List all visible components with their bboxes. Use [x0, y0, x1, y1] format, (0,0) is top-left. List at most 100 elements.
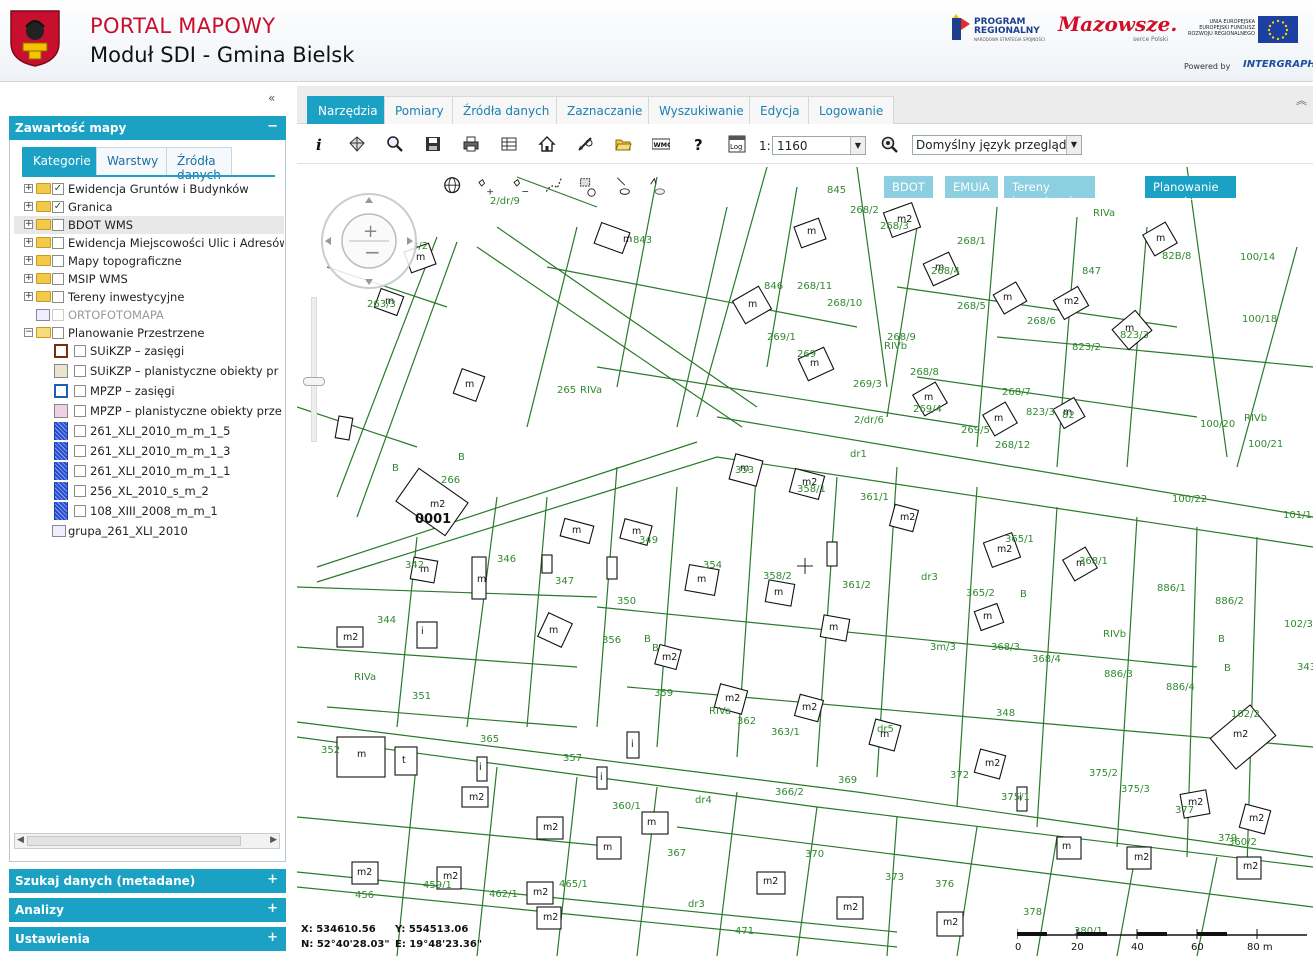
collapse-panel-icon[interactable]: « [268, 91, 275, 105]
help-icon[interactable]: ? [690, 135, 708, 153]
edit-icon[interactable] [576, 135, 594, 153]
layer-tree-item[interactable]: 261_XLI_2010_m_m_1_5 [14, 422, 284, 440]
layer-checkbox[interactable] [74, 445, 86, 457]
layer-checkbox[interactable] [52, 309, 64, 321]
layer-tree-item[interactable]: + ✓ Ewidencja Gruntów i Budynków [14, 180, 284, 198]
log-icon[interactable]: Log [728, 135, 746, 153]
layer-checkbox[interactable] [74, 465, 86, 477]
expand-icon[interactable]: + [24, 202, 33, 211]
layer-checkbox[interactable] [52, 255, 64, 267]
tab-layers[interactable]: Warstwy [96, 147, 170, 175]
layer-checkbox[interactable] [74, 405, 86, 417]
globe-icon[interactable] [444, 177, 461, 194]
select-area-icon[interactable] [580, 178, 596, 197]
layer-checkbox[interactable] [74, 385, 86, 397]
map-canvas[interactable]: m m m2 m m m2 mmm mmm mmm m m2 m m2 m2 m mmm mmm… [297, 167, 1313, 956]
analysis-header[interactable]: Analizy + [9, 898, 286, 922]
pan-zoom-control[interactable]: + − [319, 191, 419, 291]
layer-checkbox[interactable] [74, 345, 86, 357]
tab-data-sources[interactable]: Źródła danych [452, 96, 561, 124]
layer-tree-item[interactable]: + BDOT WMS [14, 216, 284, 234]
map-tab-bdot[interactable]: BDOT [884, 176, 933, 198]
layer-tree-item[interactable]: SUiKZP – planistyczne obiekty pr [14, 362, 284, 380]
settings-header[interactable]: Ustawienia + [9, 927, 286, 951]
layer-tree-item[interactable]: 261_XLI_2010_m_m_1_1 [14, 462, 284, 480]
draw-line-icon[interactable] [545, 178, 562, 192]
wmc-icon[interactable]: WMC [652, 135, 670, 153]
tab-data-sources[interactable]: Źródła danych [166, 147, 232, 182]
map-tab-emuia[interactable]: EMUiA [945, 176, 998, 198]
tab-measurements[interactable]: Pomiary [384, 96, 455, 124]
info-icon[interactable]: i [310, 135, 328, 153]
scroll-left-icon[interactable]: ◀ [17, 835, 24, 845]
tab-selection[interactable]: Zaznaczanie [556, 96, 654, 124]
draw-point-remove-icon[interactable]: − [513, 178, 529, 198]
layer-checkbox[interactable] [74, 425, 86, 437]
language-select[interactable]: Domyślny język przeglądarki ▼ [912, 135, 1082, 155]
collapse-icon[interactable]: − [267, 119, 278, 134]
layer-checkbox[interactable] [52, 237, 64, 249]
zoom-slider[interactable] [311, 297, 317, 442]
layer-tree-item[interactable]: 108_XIII_2008_m_m_1 [14, 502, 284, 520]
scroll-right-icon[interactable]: ▶ [270, 835, 277, 845]
zoom-slider-thumb[interactable] [303, 377, 325, 386]
scroll-thumb[interactable] [27, 836, 241, 846]
layers-3d-icon[interactable] [348, 135, 366, 153]
layer-checkbox[interactable] [74, 505, 86, 517]
layer-tree-item[interactable]: 261_XLI_2010_m_m_1_3 [14, 442, 284, 460]
tab-tools[interactable]: Narzędzia [307, 96, 389, 124]
layer-tree-item[interactable]: + ✓ Granica [14, 198, 284, 216]
layer-tree-item[interactable]: + Mapy topograficzne [14, 252, 284, 270]
tab-edit[interactable]: Edycja [749, 96, 811, 124]
layer-tree-item[interactable]: 256_XL_2010_s_m_2 [14, 482, 284, 500]
scale-select[interactable]: 1160 ▼ [772, 136, 866, 155]
layer-tree-item[interactable]: + MSIP WMS [14, 270, 284, 288]
layer-tree-item[interactable]: grupa_261_XLI_2010 [14, 522, 284, 540]
layer-tree-item[interactable]: MPZP – planistyczne obiekty prze [14, 402, 284, 420]
expand-icon[interactable]: + [24, 274, 33, 283]
expand-icon[interactable]: + [24, 256, 33, 265]
layer-checkbox[interactable] [52, 291, 64, 303]
chevron-down-icon[interactable]: ▼ [850, 137, 865, 154]
table-icon[interactable] [500, 135, 518, 153]
expand-icon[interactable]: + [267, 901, 278, 916]
layer-tree-item[interactable]: ORTOFOTOMAPA [14, 306, 284, 324]
layer-checkbox[interactable] [74, 365, 86, 377]
expand-icon[interactable]: + [24, 292, 33, 301]
collapse-icon[interactable]: − [24, 328, 33, 337]
layer-checkbox[interactable] [52, 273, 64, 285]
collapse-tabs-icon[interactable]: ︽ [1296, 92, 1307, 108]
tab-search[interactable]: Wyszukiwanie [648, 96, 755, 124]
tab-categories[interactable]: Kategorie [22, 147, 102, 175]
layer-checkbox[interactable]: ✓ [52, 201, 64, 213]
layer-checkbox[interactable] [74, 485, 86, 497]
layer-tree-item[interactable]: + Tereny inwestycyjne [14, 288, 284, 306]
zoom-icon[interactable] [386, 135, 404, 153]
map-content-header[interactable]: Zawartość mapy − [9, 116, 286, 140]
home-icon[interactable] [538, 135, 556, 153]
expand-icon[interactable]: + [267, 872, 278, 887]
layer-tree-item[interactable]: SUiKZP – zasięgi [14, 342, 284, 360]
layer-checkbox[interactable] [52, 219, 64, 231]
show-icon[interactable] [650, 177, 665, 195]
chevron-down-icon[interactable]: ▼ [1066, 136, 1081, 154]
tab-login[interactable]: Logowanie [808, 96, 895, 124]
print-icon[interactable] [462, 135, 480, 153]
draw-point-add-icon[interactable]: + [478, 178, 494, 198]
map-tab-tereny[interactable]: Tereny inwestycyjne [1004, 176, 1095, 208]
open-folder-icon[interactable] [614, 135, 632, 153]
horizontal-scrollbar[interactable]: ◀ ▶ [14, 833, 280, 849]
expand-icon[interactable]: + [24, 184, 33, 193]
expand-icon[interactable]: + [267, 930, 278, 945]
search-metadata-header[interactable]: Szukaj danych (metadane) + [9, 869, 286, 893]
layer-checkbox[interactable]: ✓ [52, 183, 64, 195]
expand-icon[interactable]: + [24, 220, 33, 229]
expand-icon[interactable]: + [24, 238, 33, 247]
zoom-to-scale-icon[interactable] [881, 136, 899, 154]
hide-icon[interactable] [617, 177, 630, 195]
layer-tree-item[interactable]: MPZP – zasięgi [14, 382, 284, 400]
save-icon[interactable] [424, 135, 442, 153]
map-tab-planowanie[interactable]: Planowanie przestrzenne [1145, 176, 1237, 208]
layer-checkbox[interactable] [52, 327, 64, 339]
layer-tree-item[interactable]: + Ewidencja Miejscowości Ulic i Adresów [14, 234, 284, 252]
